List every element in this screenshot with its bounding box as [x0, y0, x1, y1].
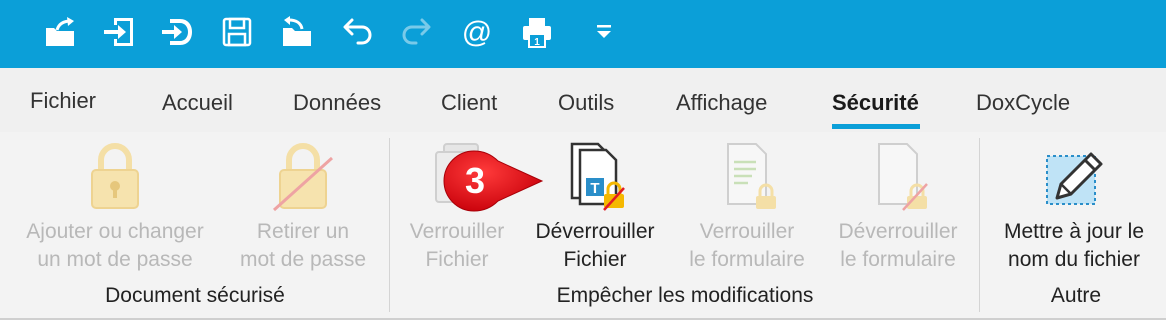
button-label-line2: nom du fichier	[1008, 248, 1140, 271]
button-label-line2: mot de passe	[239, 248, 367, 271]
customize-dropdown-icon[interactable]	[584, 12, 624, 52]
button-label-line2: Fichier	[563, 248, 627, 271]
group-separator	[389, 138, 390, 312]
group-label-autre: Autre	[1050, 284, 1102, 307]
button-label-line1: Déverrouiller	[535, 220, 655, 243]
unlock-file-icon: T	[560, 138, 630, 212]
step-number-badge: 3	[464, 160, 486, 201]
tab-accueil[interactable]: Accueil	[162, 90, 233, 116]
active-tab-indicator	[832, 124, 920, 129]
tab-securite[interactable]: Sécurité	[832, 90, 919, 116]
checkin-icon[interactable]	[157, 12, 197, 52]
redo-icon[interactable]	[397, 12, 437, 52]
tab-outils[interactable]: Outils	[558, 90, 614, 116]
button-label-line2: un mot de passe	[37, 248, 193, 271]
svg-text:1: 1	[534, 37, 540, 48]
button-label-line1: Retirer un	[256, 220, 350, 243]
group-separator	[979, 138, 980, 312]
group-label-empecher-modifications: Empêcher les modifications	[556, 284, 814, 307]
add-change-password-button[interactable]: Ajouter ou changer un mot de passe	[8, 132, 222, 278]
unlock-form-icon	[863, 138, 933, 212]
rename-file-button[interactable]: Mettre à jour le nom du fichier	[986, 132, 1162, 278]
button-label-line1: Mettre à jour le	[1003, 220, 1145, 243]
button-label-line2: le formulaire	[840, 248, 956, 271]
tab-donnees[interactable]: Données	[293, 90, 381, 116]
svg-text:T: T	[590, 180, 599, 197]
save-icon[interactable]	[217, 12, 257, 52]
import-icon[interactable]	[99, 12, 139, 52]
group-label-document-securise: Document sécurisé	[105, 284, 285, 307]
undo-icon[interactable]	[337, 12, 377, 52]
printer-icon[interactable]: 1	[517, 12, 557, 52]
button-label-line1: Verrouiller	[699, 220, 795, 243]
button-label-line1: Verrouiller	[409, 220, 505, 243]
quick-access-toolbar: @ 1	[0, 0, 1166, 68]
ribbon-tab-bar: Fichier Accueil Données Client Outils Af…	[0, 68, 1166, 132]
pencil-icon	[1039, 138, 1109, 212]
ribbon-panel: Ajouter ou changer un mot de passe Retir…	[0, 132, 1166, 320]
unlock-form-button[interactable]: Déverrouiller le formulaire	[826, 132, 970, 278]
tab-fichier[interactable]: Fichier	[30, 88, 96, 114]
padlock-icon	[80, 138, 150, 212]
at-sign-icon[interactable]: @	[457, 12, 497, 52]
tab-client[interactable]: Client	[441, 90, 497, 116]
lock-form-icon	[712, 138, 782, 212]
button-label-line2: le formulaire	[689, 248, 805, 271]
lock-form-button[interactable]: Verrouiller le formulaire	[674, 132, 820, 278]
tab-affichage[interactable]: Affichage	[676, 90, 767, 116]
button-label-line1: Déverrouiller	[838, 220, 958, 243]
svg-text:@: @	[462, 16, 492, 49]
export-icon[interactable]	[40, 12, 80, 52]
button-label-line2: Fichier	[425, 248, 489, 271]
remove-password-button[interactable]: Retirer un mot de passe	[226, 132, 380, 278]
padlock-remove-icon	[268, 138, 338, 212]
folder-back-icon[interactable]	[277, 12, 317, 52]
button-label-line1: Ajouter ou changer	[26, 220, 204, 243]
tab-doxcycle[interactable]: DoxCycle	[976, 90, 1070, 116]
